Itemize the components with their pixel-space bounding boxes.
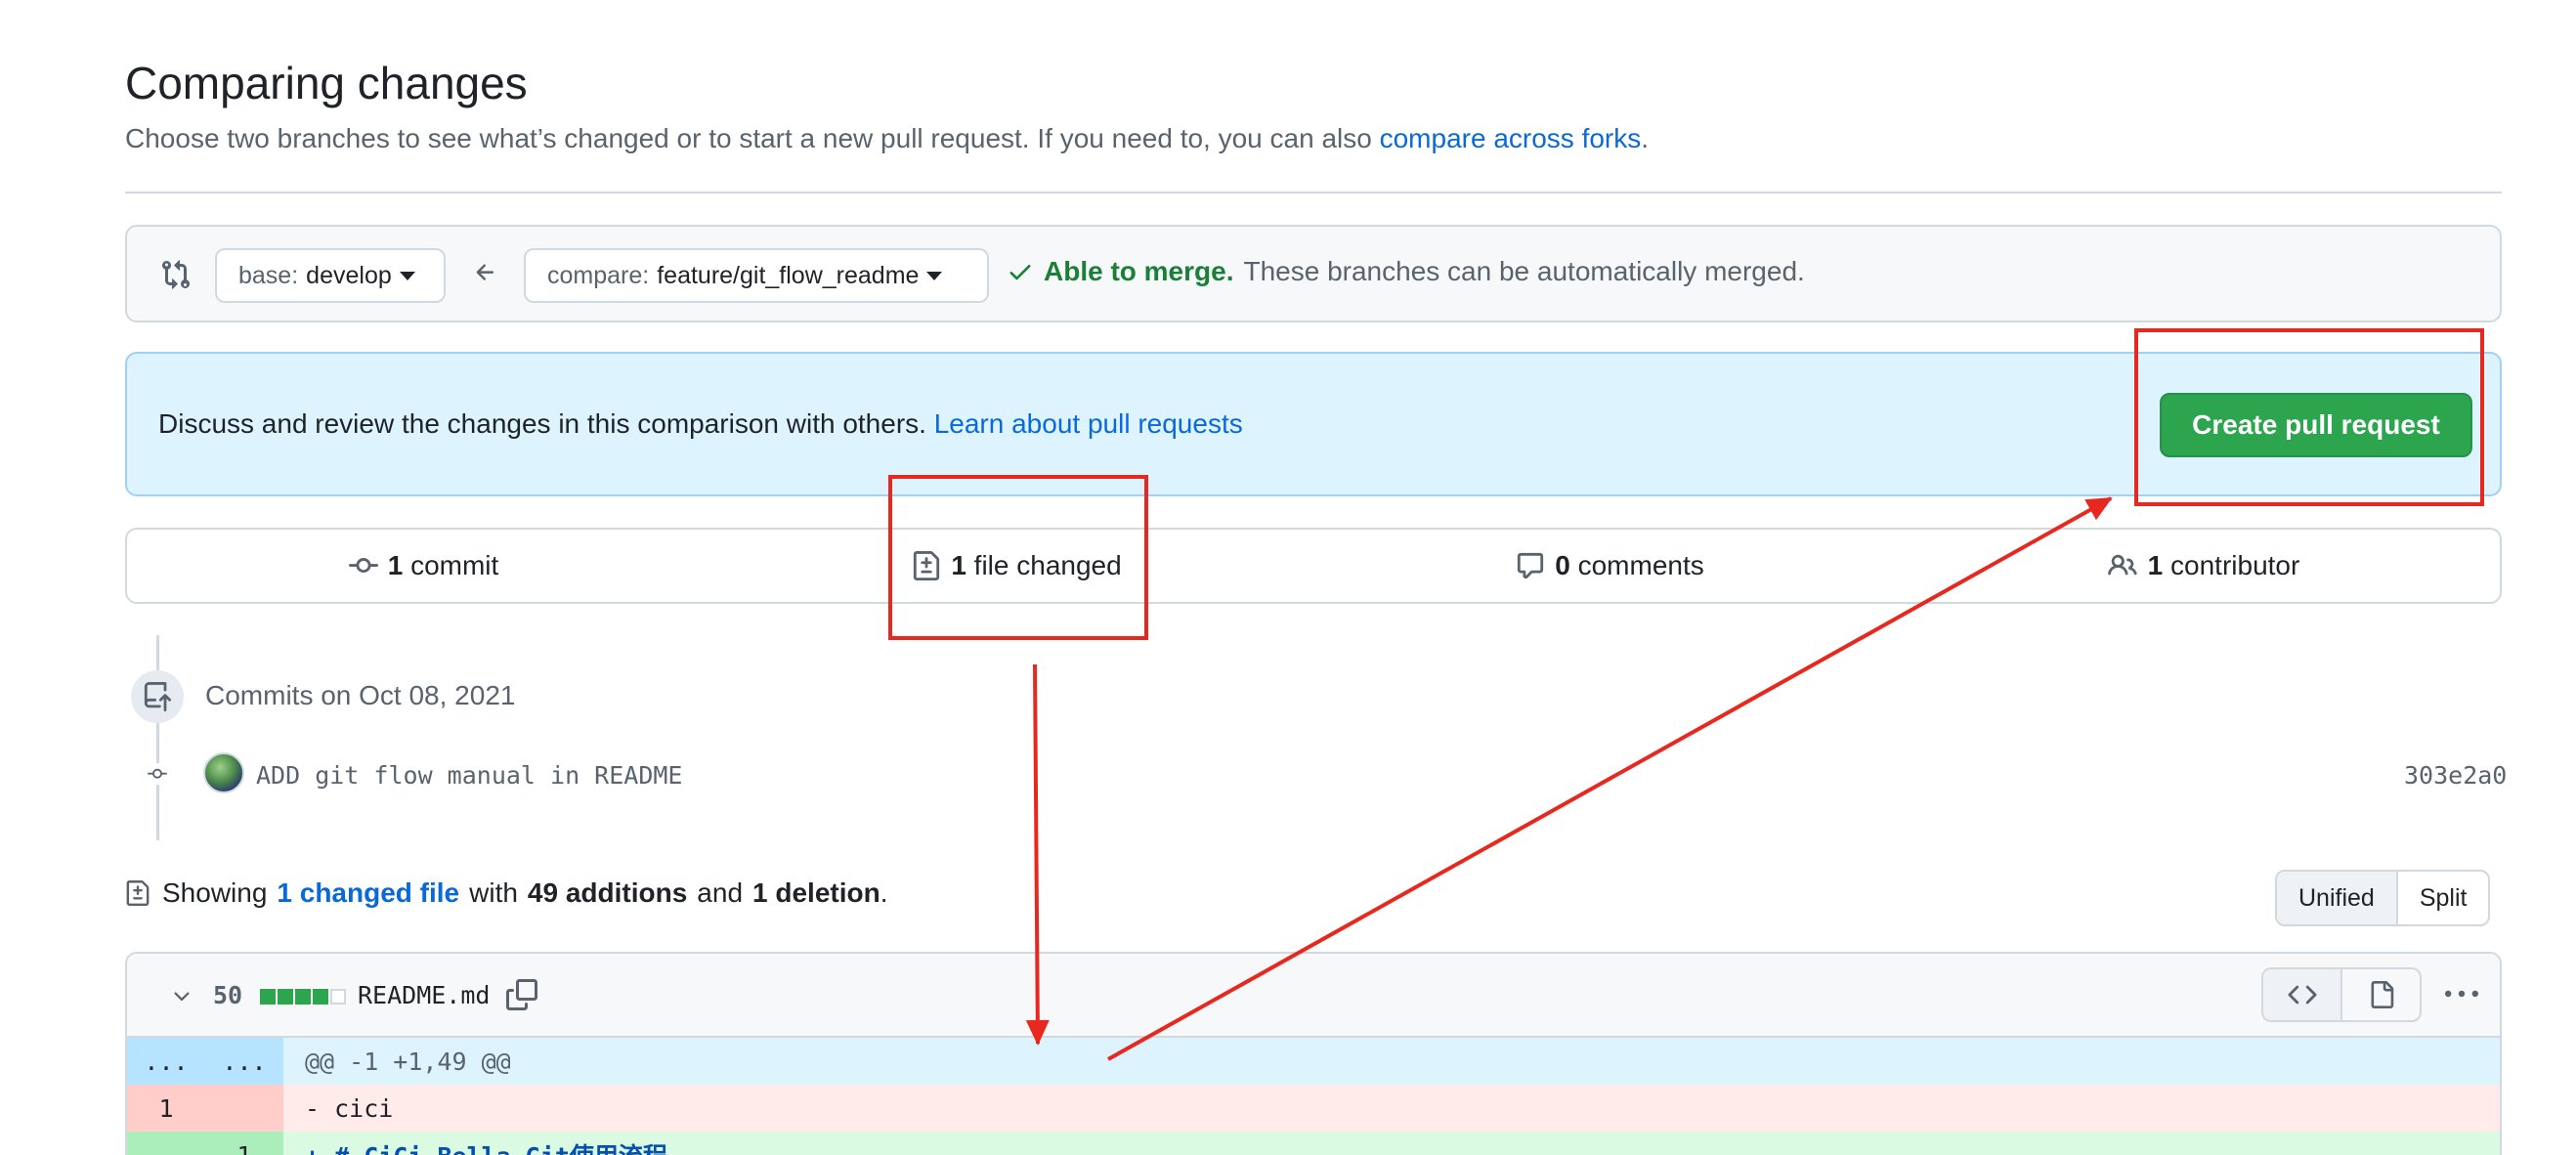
contributors-count: 1 xyxy=(2147,550,2164,580)
hunk-code: @@ -1 +1,49 @@ xyxy=(305,1047,511,1076)
diffstat-added xyxy=(295,989,311,1005)
diff-line-deleted: 1 - cici xyxy=(127,1085,2500,1132)
code-icon[interactable] xyxy=(2263,969,2342,1020)
divider xyxy=(125,192,2502,193)
file-diff-icon xyxy=(125,878,150,908)
flash-message: Discuss and review the changes in this c… xyxy=(158,408,1243,440)
diffstat-neutral xyxy=(330,989,346,1005)
deleted-code: - cici xyxy=(305,1093,394,1123)
avatar[interactable] xyxy=(203,752,244,793)
diff-hunk-header: ... ... @@ -1 +1,49 @@ xyxy=(127,1038,2500,1085)
repo-push-icon xyxy=(131,670,184,723)
comparison-summary: 1 commit 1 file changed 0 comments 1 con… xyxy=(125,528,2502,604)
create-pull-request-button[interactable]: Create pull request xyxy=(2160,393,2472,457)
diffstat-added xyxy=(313,989,328,1005)
showing-and: and xyxy=(697,877,744,908)
files-count: 1 xyxy=(951,550,966,580)
changed-files-link[interactable]: 1 changed file xyxy=(277,877,459,909)
line-number-old[interactable]: 1 xyxy=(127,1085,205,1132)
file-view-toggle xyxy=(2261,967,2422,1022)
range-editor: base: develop compare: feature/git_flow_re… xyxy=(125,225,2502,322)
git-commit-icon xyxy=(141,763,174,785)
expand-button[interactable]: ... xyxy=(127,1038,205,1085)
diffstat-added xyxy=(260,989,276,1005)
unified-view-button[interactable]: Unified xyxy=(2277,872,2398,924)
showing-with: with xyxy=(469,877,518,908)
file-icon[interactable] xyxy=(2342,969,2420,1020)
contributors-label: contributor xyxy=(2170,550,2300,580)
commits-count: 1 xyxy=(387,550,404,580)
base-label: base: xyxy=(238,261,299,289)
comments-label: comments xyxy=(1577,550,1704,580)
compare-across-forks-link[interactable]: compare across forks xyxy=(1380,123,1642,153)
kebab-horizontal-icon[interactable] xyxy=(2437,975,2486,1014)
caret-down-icon xyxy=(926,271,943,280)
file-name-link[interactable]: README.md xyxy=(358,981,490,1009)
diffstat-added xyxy=(278,989,293,1005)
git-commit-icon xyxy=(348,551,378,580)
timeline-line xyxy=(156,635,159,840)
line-number-new[interactable]: 1 xyxy=(205,1132,283,1155)
compare-branch-select[interactable]: compare: feature/git_flow_readme xyxy=(524,248,989,303)
git-compare-icon xyxy=(160,258,192,296)
diffstat-bar xyxy=(260,989,346,1005)
page-description: Choose two branches to see what’s change… xyxy=(125,123,1649,154)
lead-end: . xyxy=(1641,123,1650,153)
check-icon xyxy=(1007,258,1034,285)
diff-summary: Showing 1 changed file with 49 additions… xyxy=(125,877,888,909)
expand-button[interactable]: ... xyxy=(205,1038,283,1085)
pull-request-flash: Discuss and review the changes in this c… xyxy=(125,352,2502,496)
caret-down-icon xyxy=(399,271,415,280)
page-title: Comparing changes xyxy=(125,58,528,108)
learn-about-pull-requests-link[interactable]: Learn about pull requests xyxy=(934,408,1243,439)
summary-contributors[interactable]: 1 contributor xyxy=(1907,530,2500,602)
compare-value: feature/git_flow_readme xyxy=(657,261,920,289)
chevron-down-icon[interactable] xyxy=(170,985,193,1013)
summary-comments[interactable]: 0 comments xyxy=(1313,530,1907,602)
comments-count: 0 xyxy=(1555,550,1570,580)
copy-icon[interactable] xyxy=(506,979,537,1015)
summary-commits[interactable]: 1 commit xyxy=(127,530,720,602)
showing-prefix: Showing xyxy=(162,877,268,908)
deletions-count: 1 deletion xyxy=(752,877,880,908)
commit-sha-link[interactable]: 303e2a0 xyxy=(2404,761,2507,790)
file-diff-icon xyxy=(912,550,941,581)
people-icon xyxy=(2107,551,2138,580)
files-label: file changed xyxy=(973,550,1122,580)
line-number-new[interactable] xyxy=(205,1085,283,1132)
line-number-old[interactable] xyxy=(127,1132,205,1155)
compare-label: compare: xyxy=(547,261,650,289)
commits-date-heading: Commits on Oct 08, 2021 xyxy=(205,680,516,710)
lead-text: Choose two branches to see what’s change… xyxy=(125,123,1380,153)
commit-message-link[interactable]: ADD git flow manual in README xyxy=(256,761,683,790)
merge-status: Able to merge. These branches can be aut… xyxy=(1007,256,1805,287)
summary-files-changed[interactable]: 1 file changed xyxy=(720,530,1313,602)
merge-status-label: Able to merge. xyxy=(1044,256,1234,286)
merge-status-detail: These branches can be automatically merg… xyxy=(1243,256,1805,286)
file-diff: 50 README.md ... ... @@ -1 +1,49 @@ 1 - … xyxy=(125,952,2502,1155)
file-header: 50 README.md xyxy=(127,954,2500,1038)
base-value: develop xyxy=(306,261,392,289)
split-view-button[interactable]: Split xyxy=(2398,872,2489,924)
showing-end: . xyxy=(880,877,888,908)
arrow-left-icon xyxy=(473,260,498,290)
comment-icon xyxy=(1516,551,1545,580)
diff-view-toggle: Unified Split xyxy=(2275,870,2491,926)
added-code: + # CiCi Bella Git使用流程 xyxy=(283,1137,667,1155)
commits-label: commit xyxy=(410,550,499,580)
additions-count: 49 additions xyxy=(527,877,688,908)
file-change-count: 50 xyxy=(213,981,243,1009)
flash-text: Discuss and review the changes in this c… xyxy=(158,408,934,439)
diff-line-added: 1 + # CiCi Bella Git使用流程 xyxy=(127,1132,2500,1155)
base-branch-select[interactable]: base: develop xyxy=(215,248,446,303)
